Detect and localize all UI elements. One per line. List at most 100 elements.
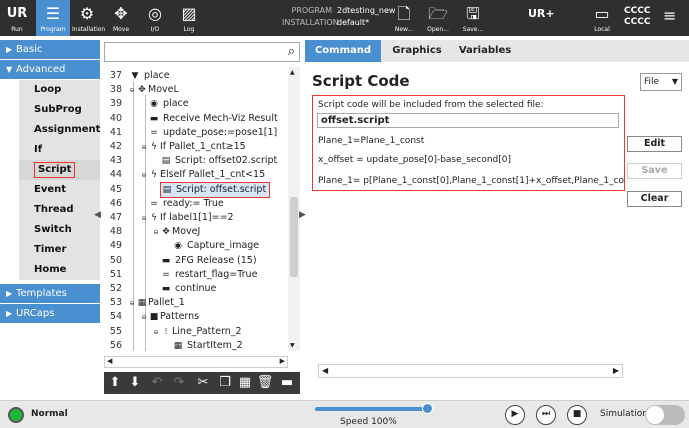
continue-icon: ▬ [161, 284, 171, 294]
search-icon[interactable]: ⌕ [288, 44, 295, 59]
urplus-button[interactable]: UR+ [528, 0, 555, 36]
tree-row[interactable]: 37 ▼ place [104, 69, 300, 83]
log-icon: ▨ [181, 4, 197, 23]
scroll-right-icon[interactable]: ▶ [280, 357, 285, 365]
cut-icon[interactable]: ✂ [194, 374, 212, 392]
selected-script-node[interactable]: ▤ Script: offset.script [160, 181, 271, 198]
ur-plus-icon: UR+ [528, 7, 555, 20]
collapse-icon[interactable]: ▼ [129, 69, 141, 83]
tab-graphics[interactable]: Graphics [385, 40, 449, 62]
tree-row[interactable]: 56 ▦ StartItem_2 [104, 339, 300, 351]
edit-button[interactable]: Edit [627, 136, 682, 152]
save-button[interactable]: 🖫 Save... [460, 0, 486, 36]
tab-variables[interactable]: Variables [453, 40, 517, 62]
log-tab[interactable]: ▨ Log [176, 0, 202, 36]
robot-status: Normal [31, 409, 68, 419]
script-filename-field[interactable]: offset.script [317, 113, 619, 128]
installation-name: default* [337, 18, 370, 27]
redo-icon[interactable]: ↷ [170, 374, 188, 392]
nav-item-loop[interactable]: Loop [19, 80, 100, 100]
tab-command[interactable]: Command [305, 40, 381, 62]
start-item-icon: ▦ [173, 340, 183, 351]
nav-item-thread[interactable]: Thread [19, 200, 100, 220]
tree-row[interactable]: 54 ⊖ ■ Patterns [104, 310, 300, 324]
run-tab[interactable]: UR Run [2, 0, 32, 36]
chevron-right-icon: ▶ [6, 45, 13, 54]
scroll-right-icon[interactable]: ▶ [613, 366, 619, 375]
speed-slider[interactable] [315, 407, 427, 411]
scroll-left-icon[interactable]: ◀ [107, 357, 112, 365]
clear-button[interactable]: Clear [627, 191, 682, 207]
scroll-left-icon[interactable]: ◀ [322, 366, 328, 375]
open-button[interactable]: 🗁 Open... [424, 0, 452, 36]
tree-row[interactable]: 49 ◉ Capture_image [104, 239, 300, 253]
tree-row[interactable]: 43 ▤ Script: offset02.script [104, 154, 300, 168]
nav-item-switch[interactable]: Switch [19, 220, 100, 240]
save-script-button[interactable]: Save [627, 163, 682, 179]
program-tab[interactable]: ☰ Program [36, 0, 70, 36]
if-icon: ϟ [151, 213, 157, 223]
suppress-icon[interactable]: ▬ [278, 374, 296, 392]
nav-item-if[interactable]: If [19, 140, 100, 160]
tree-row[interactable]: 46 = ready:= True [104, 197, 300, 211]
nav-item-subprog[interactable]: SubProg [19, 100, 100, 120]
assignment-icon: = [162, 269, 170, 280]
tree-row[interactable]: 50 ▬ 2FG Release (15) [104, 254, 300, 268]
tree-row[interactable]: 41 = update_pose:=pose1[1] [104, 126, 300, 140]
code-hscrollbar[interactable]: ◀ ▶ [318, 364, 623, 378]
play-button[interactable]: ▶ [505, 405, 525, 425]
tree-scroll-thumb[interactable] [290, 197, 298, 277]
nav-item-script[interactable]: Script [19, 160, 100, 180]
nav-templates[interactable]: ▶ Templates [0, 283, 100, 303]
chevron-right-icon: ▶ [6, 288, 13, 298]
tree-scrollbar[interactable]: ▲ ▼ [288, 67, 300, 351]
collapse-right-arrow-icon[interactable]: ▶ [299, 210, 306, 220]
paste-icon[interactable]: ▦ [236, 374, 254, 392]
speed-slider-knob[interactable] [422, 403, 433, 414]
tree-row[interactable]: 48 ⊖ ✥ MoveJ [104, 225, 300, 239]
ur-logo-icon: UR [6, 6, 28, 21]
hamburger-menu-icon[interactable]: ≡ [663, 6, 676, 25]
top-bar: UR Run ☰ Program ⚙ Installation ✥ Move ◎… [0, 0, 689, 36]
tree-row[interactable]: 52 ▬ continue [104, 282, 300, 296]
copy-icon[interactable]: ❐ [216, 374, 234, 392]
local-button[interactable]: ▭ Local [588, 0, 616, 36]
nav-advanced[interactable]: ▼ Advanced [0, 60, 100, 79]
tree-row[interactable]: 42 ⊖ ϟ If Pallet_1_cnt≥15 [104, 140, 300, 154]
stop-button[interactable]: ■ [567, 405, 587, 425]
new-button[interactable]: 🗋 New... [392, 0, 416, 36]
power-status-icon[interactable] [8, 407, 24, 423]
move-tab[interactable]: ✥ Move [108, 0, 134, 36]
nav-item-event[interactable]: Event [19, 180, 100, 200]
nav-item-assignment[interactable]: Assignment [19, 120, 100, 140]
tree-row[interactable]: 39 ◉ place [104, 97, 300, 111]
script-mode-select[interactable]: File ▼ [640, 73, 682, 91]
tree-row[interactable]: 44 ⊖ ϟ ElseIf Pallet_1_cnt<15 [104, 168, 300, 182]
tree-row-selected[interactable]: 45 ▤ Script: offset.script [104, 181, 300, 198]
simulation-toggle[interactable] [645, 405, 685, 425]
pallet-icon: ▦ [137, 298, 147, 309]
nav-item-home[interactable]: Home [19, 260, 100, 280]
tree-row[interactable]: 47 ⊖ ϟ If label1[1]==2 [104, 211, 300, 225]
tree-row[interactable]: 53 ⊖ ▦ Pallet_1 [104, 296, 300, 310]
installation-tab[interactable]: ⚙ Installation [72, 0, 105, 36]
undo-icon[interactable]: ↶ [148, 374, 166, 392]
move-down-icon[interactable]: ⬇ [126, 374, 144, 392]
io-tab[interactable]: ◎ I/O [142, 0, 168, 36]
step-button[interactable]: ⏭ [536, 405, 556, 425]
delete-icon[interactable]: 🗑 [256, 374, 274, 392]
tree-row[interactable]: 40 ▬ Receive Mech-Viz Result [104, 112, 300, 126]
tree-row[interactable]: 51 = restart_flag=True [104, 268, 300, 282]
collapse-left-arrow-icon[interactable]: ◀ [94, 210, 101, 220]
tree-row[interactable]: 38 ⊖ ✥ MoveL [104, 83, 300, 97]
tree-search-box[interactable]: ⌕ [104, 42, 300, 62]
nav-item-timer[interactable]: Timer [19, 240, 100, 260]
nav-basic[interactable]: ▶ Basic [0, 40, 100, 59]
nav-urcaps[interactable]: ▶ URCaps [0, 303, 100, 323]
move-up-icon[interactable]: ⬆ [106, 374, 124, 392]
script-icon: ▤ [162, 184, 172, 195]
move-icon: ✥ [114, 4, 128, 23]
tree-hscrollbar[interactable]: ◀ ▶ [104, 356, 288, 368]
speed-label: Speed 100% [340, 417, 397, 427]
tree-row[interactable]: 55 ⊖ ⁝ Line_Pattern_2 [104, 325, 300, 339]
